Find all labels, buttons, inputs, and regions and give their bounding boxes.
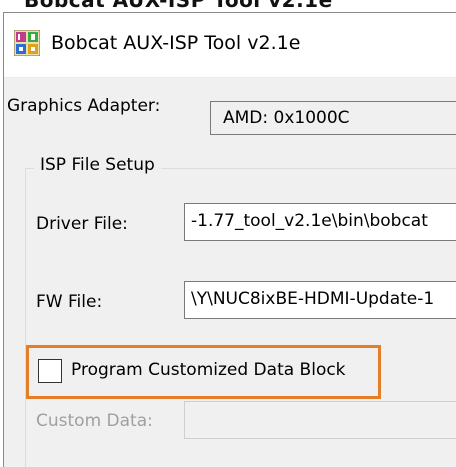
custom-data-input[interactable] xyxy=(184,401,456,439)
window-title: Bobcat AUX-ISP Tool v2.1e xyxy=(51,32,301,54)
program-customized-data-label[interactable]: Program Customized Data Block xyxy=(71,360,346,380)
title-bar[interactable]: Bobcat AUX-ISP Tool v2.1e xyxy=(4,13,456,78)
cut-off-heading: Bobcat AUX-ISP Tool v2.1e xyxy=(24,0,333,12)
fw-file-input[interactable]: \Y\NUC8ixBE-HDMI-Update-1 xyxy=(184,281,456,319)
graphics-adapter-value: AMD: 0x1000C xyxy=(210,101,456,135)
graphics-adapter-label: Graphics Adapter: xyxy=(7,96,161,116)
driver-file-label: Driver File: xyxy=(36,214,128,234)
driver-file-input[interactable]: -1.77_tool_v2.1e\bin\bobcat xyxy=(184,203,456,241)
custom-data-label: Custom Data: xyxy=(36,411,153,431)
app-window: Bobcat AUX-ISP Tool v2.1e Graphics Adapt… xyxy=(3,12,456,467)
fw-file-label: FW File: xyxy=(36,292,103,312)
isp-tool-icon xyxy=(14,30,40,56)
program-customized-data-checkbox[interactable] xyxy=(38,359,62,383)
isp-file-setup-title: ISP File Setup xyxy=(34,155,161,175)
screenshot-stage: Bobcat AUX-ISP Tool v2.1e Bobcat AUX-ISP… xyxy=(0,0,456,467)
